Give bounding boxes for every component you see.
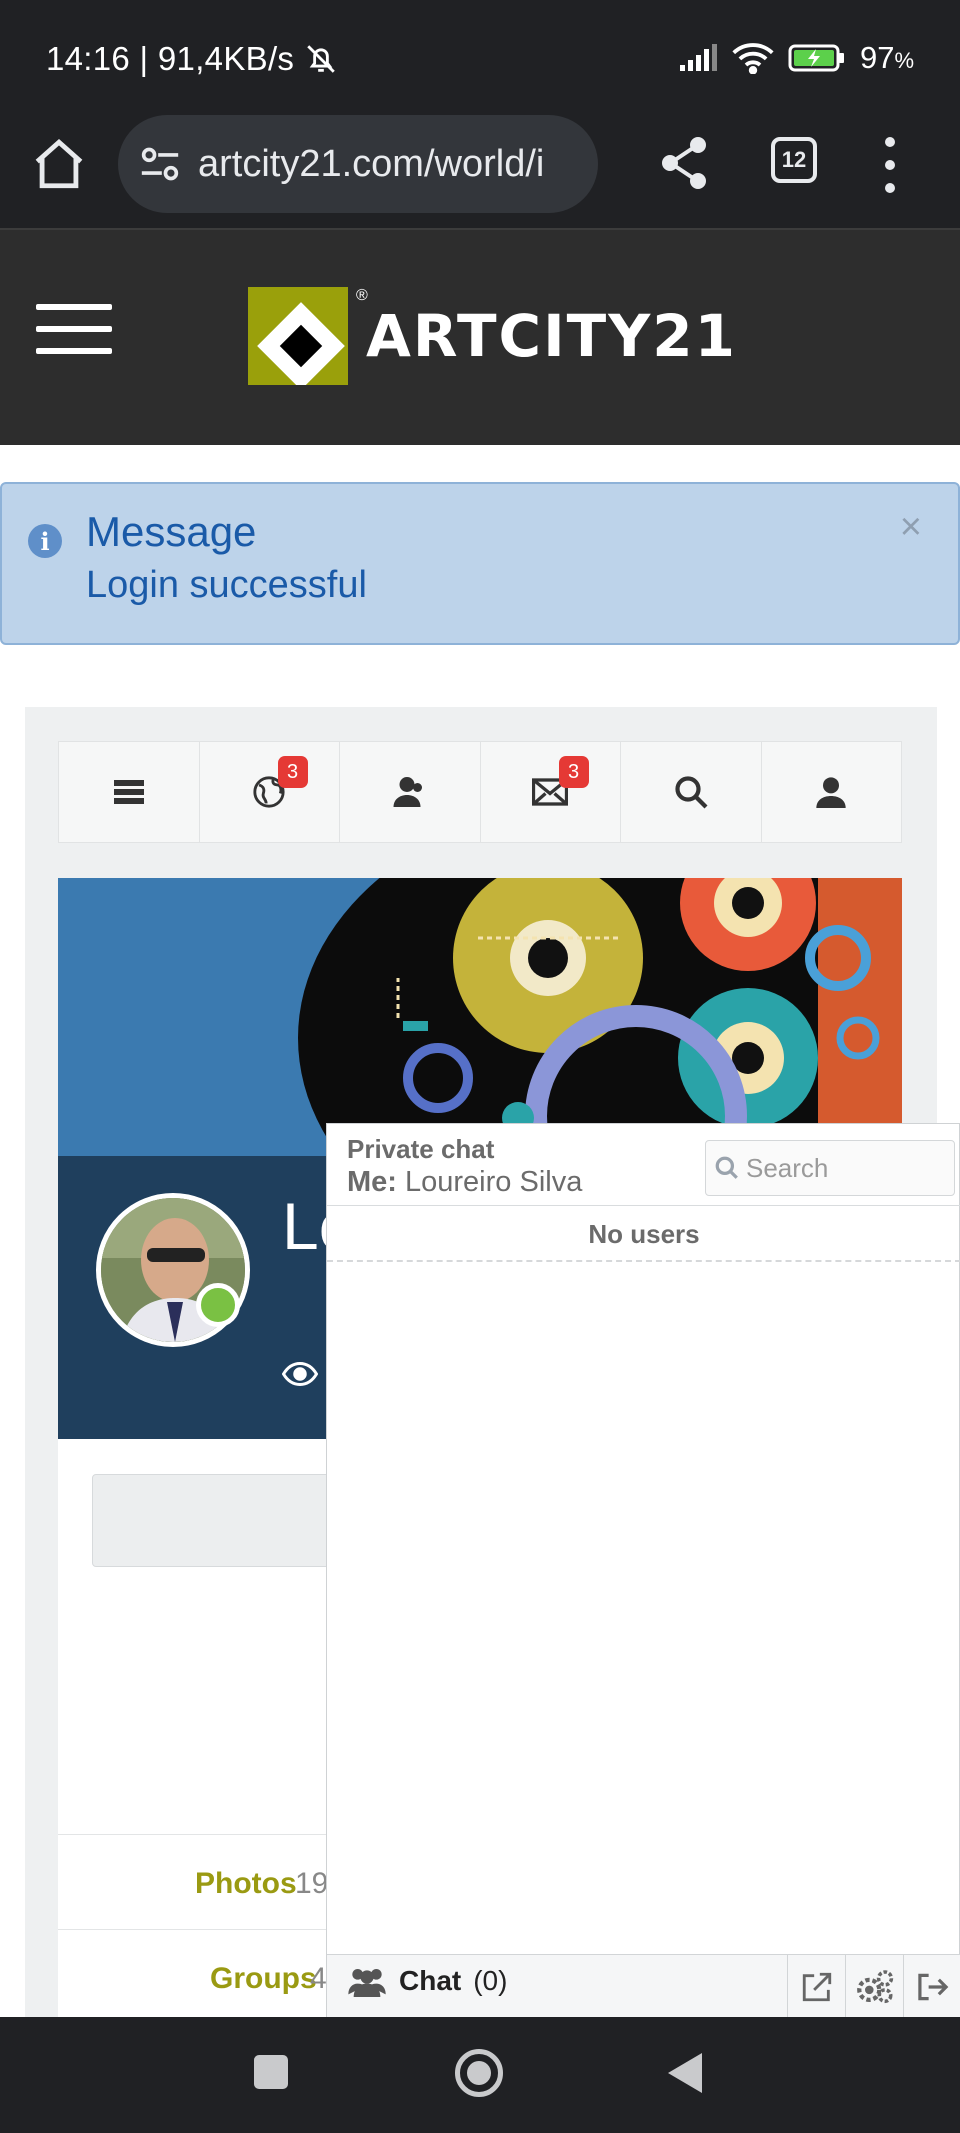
url-text[interactable]: artcity21.com/world/i [198, 143, 588, 186]
wifi-icon [732, 43, 774, 74]
logo-reg: ® [356, 287, 368, 304]
home-icon[interactable] [30, 135, 88, 193]
profile-navbar: 3 3 [58, 741, 902, 843]
tab-count: 12 [781, 147, 807, 172]
nav-profile[interactable] [762, 742, 902, 842]
chat-search-input[interactable]: Search [705, 1140, 955, 1196]
chat-label: Chat [399, 1965, 462, 1996]
battery-level: 97 [859, 40, 895, 75]
chat-me-label: Me: [347, 1166, 397, 1198]
search-icon [715, 1156, 738, 1179]
signal-icon [679, 44, 717, 71]
chat-count: (0) [473, 1965, 508, 1996]
search-icon [675, 776, 708, 809]
alert-text: Login successful [86, 564, 367, 606]
stat-label[interactable]: Groups [210, 1962, 317, 1996]
logout-icon[interactable] [903, 1955, 960, 2019]
share-icon[interactable] [660, 133, 708, 193]
system-navigation-bar [0, 2017, 960, 2133]
users-group-icon [348, 1969, 386, 1997]
battery-unit: % [894, 48, 914, 73]
status-bar: 14:16 | 91,4KB/s 97% [0, 0, 960, 115]
user-icon [816, 777, 846, 808]
site-settings-icon[interactable] [138, 144, 182, 184]
status-left: 14:16 | 91,4KB/s [46, 40, 338, 78]
nav-search[interactable] [621, 742, 762, 842]
chat-me-name: Loureiro Silva [405, 1166, 583, 1198]
chat-me: Me: Loureiro Silva [347, 1166, 582, 1199]
hamburger-menu-icon[interactable] [36, 304, 112, 354]
tabs-button[interactable]: 12 [771, 137, 817, 183]
status-time-speed: 14:16 | 91,4KB/s [46, 40, 295, 77]
info-icon: i [28, 524, 62, 558]
browser-toolbar: artcity21.com/world/i 12 [0, 115, 960, 230]
status-right: 97% [678, 40, 914, 76]
stat-label[interactable]: Photos [195, 1867, 297, 1901]
alert-title: Message [86, 508, 257, 555]
more-icon[interactable] [875, 137, 905, 193]
site-logo[interactable]: ® ARTCITY21 [248, 287, 737, 385]
logo-text: ARTCITY21 [366, 302, 737, 370]
popout-icon[interactable] [787, 1955, 845, 2019]
bell-off-icon [307, 45, 335, 73]
site-header: ® ARTCITY21 [0, 230, 960, 445]
nav-friends[interactable] [340, 742, 481, 842]
eye-icon [282, 1362, 318, 1386]
menu-icon [113, 780, 144, 804]
online-status-dot [196, 1283, 240, 1327]
chat-header: Private chat Me: Loureiro Silva Search [327, 1124, 960, 1206]
stat-count: 19 [295, 1867, 329, 1900]
chat-toggle[interactable]: Chat (0) [347, 1965, 507, 1997]
friends-icon [393, 777, 422, 807]
chat-bottom-bar: Chat (0) [327, 1954, 960, 2019]
chat-search-placeholder: Search [746, 1152, 829, 1183]
back-icon[interactable] [668, 2053, 702, 2093]
chat-no-users: No users [327, 1206, 960, 1262]
chat-title: Private chat [347, 1134, 495, 1164]
messages-badge: 3 [558, 756, 589, 788]
recents-icon[interactable] [254, 2055, 288, 2089]
nav-menu[interactable] [59, 742, 200, 842]
stat-count: 4 [310, 1962, 327, 1995]
close-icon[interactable]: × [900, 506, 922, 549]
battery-icon [788, 44, 844, 72]
settings-gear-icon[interactable] [845, 1955, 903, 2019]
home-circle-icon[interactable] [455, 2049, 503, 2097]
logo-mark [248, 287, 348, 385]
cover-image [58, 878, 902, 1156]
login-alert: i Message Login successful × [0, 482, 960, 645]
private-chat-panel: Private chat Me: Loureiro Silva Search N… [326, 1123, 960, 2019]
notifications-badge: 3 [277, 756, 308, 788]
nav-messages[interactable]: 3 [481, 742, 621, 842]
nav-notifications[interactable]: 3 [200, 742, 340, 842]
address-bar[interactable]: artcity21.com/world/i [118, 115, 598, 213]
